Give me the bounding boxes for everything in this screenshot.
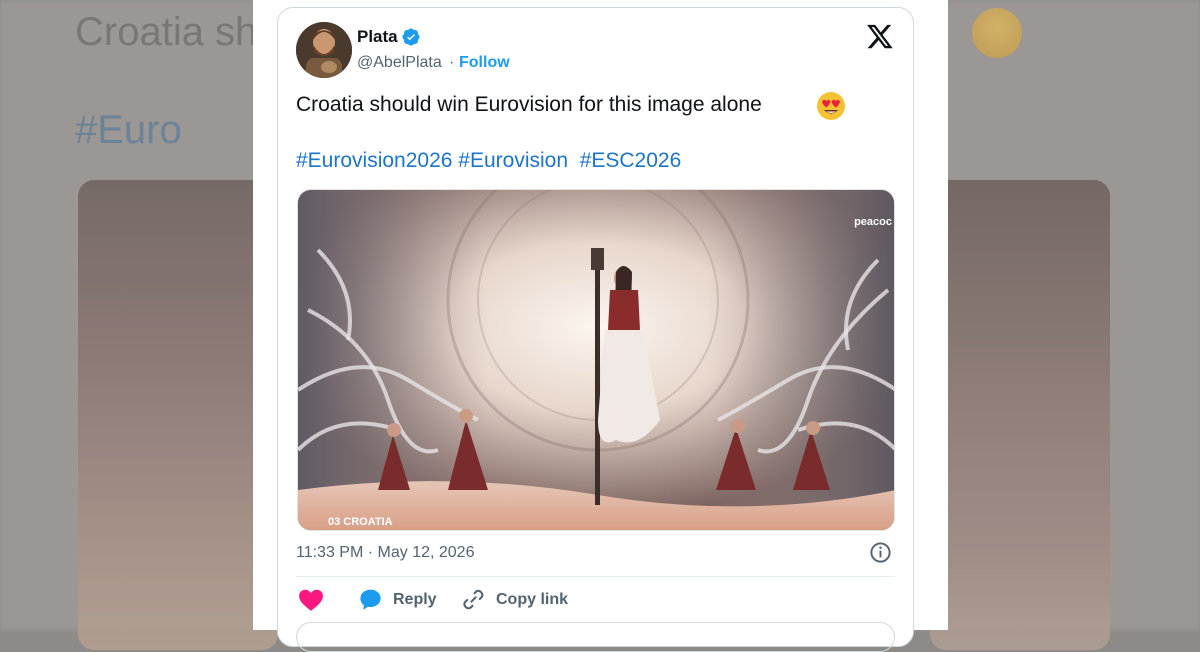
stage-photo <box>298 190 894 530</box>
author-name[interactable]: Plata <box>357 27 398 47</box>
avatar[interactable] <box>296 22 352 78</box>
backdrop-image-left <box>78 180 278 650</box>
copy-link-button[interactable]: Copy link <box>496 591 568 609</box>
heart-eyes-emoji-icon <box>817 92 845 120</box>
read-replies-button[interactable] <box>296 622 895 652</box>
link-icon[interactable] <box>461 587 486 612</box>
separator-dot: · <box>449 54 455 71</box>
media-caption: 03 CROATIA <box>328 516 393 528</box>
backdrop-emoji <box>972 8 1022 58</box>
author-handle[interactable]: @AbelPlata <box>357 54 442 72</box>
backdrop-tweet-text: Croatia sh <box>75 10 258 54</box>
tweet-text: Croatia should win Eurovision for this i… <box>296 93 762 116</box>
follow-button[interactable]: Follow <box>459 54 510 72</box>
x-logo-icon[interactable] <box>866 22 894 50</box>
reply-button[interactable]: Reply <box>393 591 437 609</box>
info-icon[interactable] <box>869 541 892 564</box>
hashtag-esc2026[interactable]: #ESC2026 <box>580 149 682 172</box>
hashtag-eurovision[interactable]: #Eurovision <box>458 149 568 172</box>
tweet-media[interactable]: peacoc 03 CROATIA <box>297 189 895 531</box>
media-watermark: peacoc <box>854 216 892 228</box>
verified-badge-icon <box>402 28 420 46</box>
like-heart-icon[interactable] <box>298 588 324 612</box>
reply-bubble-icon[interactable] <box>358 587 383 612</box>
hashtags: #Eurovision2026 #Eurovision #ESC2026 <box>296 149 681 173</box>
backdrop-hashtag: #Euro <box>75 108 182 152</box>
backdrop-image-right <box>930 180 1110 650</box>
hashtag-eurovision2026[interactable]: #Eurovision2026 <box>296 149 452 172</box>
tweet-timestamp[interactable]: 11:33 PM · May 12, 2026 <box>296 544 474 562</box>
divider <box>296 576 895 577</box>
